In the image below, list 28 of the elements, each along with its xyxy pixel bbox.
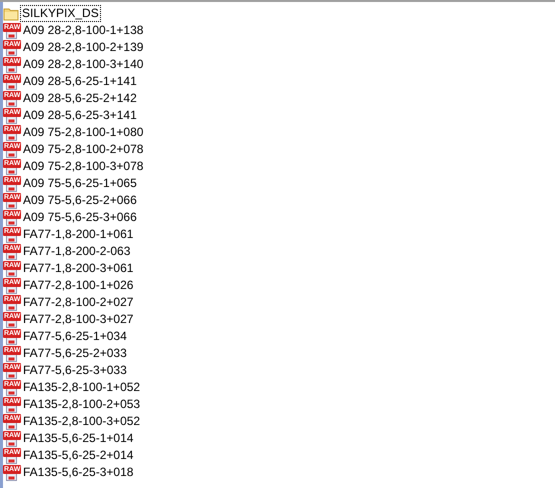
file-name[interactable]: A09 75-2,8-100-2+078: [22, 142, 144, 157]
file-name[interactable]: A09 28-2,8-100-3+140: [22, 57, 144, 72]
file-name[interactable]: FA135-2,8-100-3+052: [22, 414, 142, 429]
file-name[interactable]: A09 75-2,8-100-1+080: [22, 125, 144, 140]
file-name[interactable]: FA135-2,8-100-2+053: [22, 397, 142, 412]
file-name[interactable]: FA135-2,8-100-1+052: [22, 380, 142, 395]
file-name[interactable]: FA77-5,6-25-2+033: [22, 346, 128, 361]
file-name[interactable]: FA135-5,6-25-1+014: [22, 431, 134, 446]
file-name[interactable]: A09 75-2,8-100-3+078: [22, 159, 144, 174]
file-name[interactable]: FA77-1,8-200-3+061: [22, 261, 134, 276]
file-name[interactable]: A09 28-5,6-25-3+141: [22, 108, 138, 123]
file-name[interactable]: SILKYPIX_DS: [21, 6, 100, 21]
file-name[interactable]: A09 75-5,6-25-3+066: [22, 210, 138, 225]
file-name[interactable]: A09 75-5,6-25-2+066: [22, 193, 138, 208]
file-name[interactable]: FA77-5,6-25-3+033: [22, 363, 128, 378]
file-name[interactable]: FA77-2,8-100-2+027: [22, 295, 134, 310]
file-name[interactable]: FA77-2,8-100-1+026: [22, 278, 134, 293]
file-name[interactable]: FA77-5,6-25-1+034: [22, 329, 128, 344]
file-name[interactable]: A09 28-5,6-25-2+142: [22, 91, 138, 106]
file-name[interactable]: FA77-2,8-100-3+027: [22, 312, 134, 327]
file-name[interactable]: FA135-5,6-25-3+018: [22, 465, 134, 480]
file-name[interactable]: A09 75-5,6-25-1+065: [22, 176, 138, 191]
file-name[interactable]: FA77-1,8-200-2-063: [22, 244, 132, 259]
file-name[interactable]: A09 28-2,8-100-2+139: [22, 40, 144, 55]
file-name[interactable]: FA135-5,6-25-2+014: [22, 448, 134, 463]
file-name[interactable]: A09 28-5,6-25-1+141: [22, 74, 138, 89]
file-name[interactable]: FA77-1,8-200-1+061: [22, 227, 134, 242]
file-name[interactable]: A09 28-2,8-100-1+138: [22, 23, 144, 38]
